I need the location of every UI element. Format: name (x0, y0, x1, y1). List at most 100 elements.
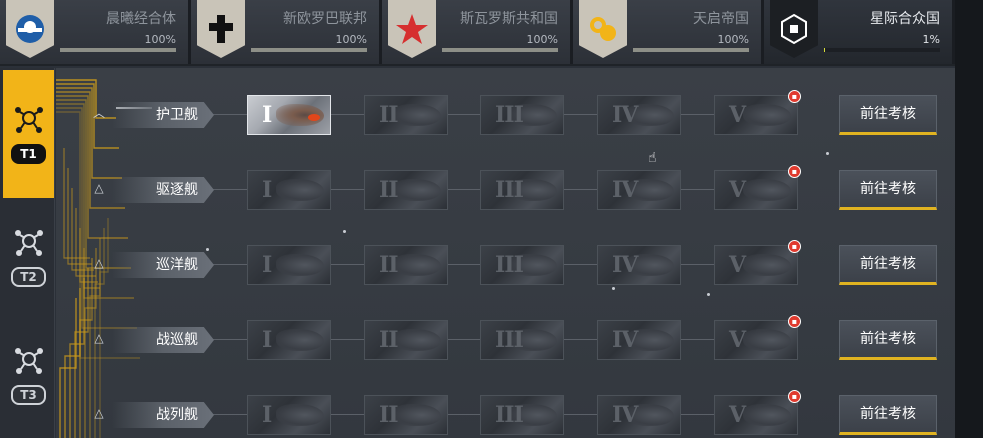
faction-tab-5[interactable]: 星际合众国 1% (764, 0, 955, 64)
chevron-up-icon: ︿ (92, 106, 105, 120)
ship-silhouette (393, 179, 441, 201)
ship-slot-1[interactable]: I (247, 95, 331, 135)
gift-badge-icon[interactable]: ▪ (788, 315, 801, 328)
faction-progress-fill (633, 48, 749, 52)
ship-slot-5[interactable]: V ▪ (714, 90, 801, 135)
faction-progress-fill (60, 48, 176, 52)
ship-slot-5[interactable]: V ▪ (714, 240, 801, 285)
ship-slot-5[interactable]: V ▪ (714, 165, 801, 210)
level-numeral: I (262, 327, 272, 353)
atom-icon (11, 227, 47, 263)
ship-slot-1[interactable]: I (247, 320, 331, 360)
ship-slot-3[interactable]: III (480, 95, 564, 135)
ship-silhouette (276, 404, 324, 426)
chevron-up-icon: △ (94, 256, 104, 270)
faction-progress-bar (442, 48, 558, 52)
faction-tab-4[interactable]: 天启帝国 100% (573, 0, 764, 64)
level-numeral: IV (612, 252, 638, 278)
ship-silhouette (743, 179, 791, 201)
tier-sidebar: T1 T2 T3 (0, 68, 55, 438)
level-numeral: III (495, 252, 524, 278)
sparkle-dot (826, 152, 829, 155)
sparkle-dot (707, 293, 710, 296)
ship-slot-2[interactable]: II (364, 95, 448, 135)
faction-progress-bar (251, 48, 367, 52)
gift-badge-icon[interactable]: ▪ (788, 165, 801, 178)
gift-badge-icon[interactable]: ▪ (788, 240, 801, 253)
ship-class-label: 护卫舰 (112, 102, 214, 128)
level-numeral: V (729, 327, 746, 353)
ship-tree-panel: ︿ 护卫舰 I II III IV V ▪ 前往考核 △ 驱逐舰 I II III IV V ▪ 前往考核 △ 巡洋舰… (56, 68, 955, 438)
go-to-exam-button[interactable]: 前往考核 (839, 95, 937, 135)
ship-silhouette (743, 254, 791, 276)
faction-percent: 100% (526, 33, 558, 46)
ship-silhouette (393, 404, 441, 426)
level-numeral: I (262, 177, 272, 203)
ship-slot-5[interactable]: V ▪ (714, 315, 801, 360)
ship-slot-2[interactable]: II (364, 170, 448, 210)
faction-progress-bar (824, 48, 940, 52)
go-to-exam-button[interactable]: 前往考核 (839, 170, 937, 210)
sparkle-dot (343, 230, 346, 233)
ship-slot-3[interactable]: III (480, 320, 564, 360)
faction-bar: 晨曦经合体 100% 新欧罗巴联邦 100% 斯瓦罗斯共和国 100% 天启帝国 100% 星际… (0, 0, 955, 66)
ship-slot-4[interactable]: IV (597, 170, 681, 210)
ship-slot-3[interactable]: III (480, 245, 564, 285)
tier-tab-t3[interactable]: T3 (3, 320, 54, 430)
tier-label: T3 (11, 385, 46, 405)
ship-silhouette (276, 329, 324, 351)
faction-tab-2[interactable]: 新欧罗巴联邦 100% (191, 0, 382, 64)
ship-slot-4[interactable]: IV (597, 245, 681, 285)
mouse-cursor-icon: ☝ (648, 150, 657, 166)
engine-glow (308, 114, 320, 121)
level-numeral: IV (612, 102, 638, 128)
faction-name: 星际合众国 (870, 11, 940, 27)
level-numeral: III (495, 102, 524, 128)
faction-tab-1[interactable]: 晨曦经合体 100% (0, 0, 191, 64)
atom-icon (11, 104, 47, 140)
ship-slot-2[interactable]: II (364, 245, 448, 285)
faction-percent: 100% (335, 33, 367, 46)
level-numeral: V (729, 102, 746, 128)
tier-tab-t1[interactable]: T1 (3, 70, 54, 198)
ship-slot-3[interactable]: III (480, 395, 564, 435)
level-numeral: V (729, 177, 746, 203)
ship-class-row: △ 战列舰 I II III IV V ▪ 前往考核 (56, 390, 955, 437)
star-emblem-icon (388, 0, 436, 58)
chevron-up-icon: △ (94, 406, 104, 420)
tier-label: T1 (11, 144, 46, 164)
ship-slot-2[interactable]: II (364, 320, 448, 360)
atom-icon (11, 345, 47, 381)
gift-badge-icon[interactable]: ▪ (788, 390, 801, 403)
faction-name: 天启帝国 (693, 11, 749, 27)
ship-slot-4[interactable]: IV (597, 395, 681, 435)
faction-progress-bar (633, 48, 749, 52)
level-numeral: II (379, 252, 399, 278)
circles-emblem-icon (579, 0, 627, 58)
level-numeral: I (262, 252, 272, 278)
go-to-exam-button[interactable]: 前往考核 (839, 245, 937, 285)
ship-silhouette (743, 104, 791, 126)
faction-tab-3[interactable]: 斯瓦罗斯共和国 100% (382, 0, 573, 64)
tier-tab-t2[interactable]: T2 (3, 202, 54, 312)
gift-badge-icon[interactable]: ▪ (788, 90, 801, 103)
level-numeral: II (379, 327, 399, 353)
ship-slot-3[interactable]: III (480, 170, 564, 210)
go-to-exam-button[interactable]: 前往考核 (839, 320, 937, 360)
hexagon-emblem-icon (770, 0, 818, 58)
ship-slot-1[interactable]: I (247, 245, 331, 285)
level-numeral: IV (612, 402, 638, 428)
faction-name: 斯瓦罗斯共和国 (460, 11, 558, 27)
go-to-exam-button[interactable]: 前往考核 (839, 395, 937, 435)
ship-slot-1[interactable]: I (247, 395, 331, 435)
tier-label: T2 (11, 267, 46, 287)
ship-slot-2[interactable]: II (364, 395, 448, 435)
level-numeral: II (379, 177, 399, 203)
ship-slot-4[interactable]: IV (597, 95, 681, 135)
sparkle-dot (612, 287, 615, 290)
sunrise-emblem-icon (6, 0, 54, 58)
ship-slot-4[interactable]: IV (597, 320, 681, 360)
ship-slot-5[interactable]: V ▪ (714, 390, 801, 435)
ship-silhouette (276, 179, 324, 201)
ship-slot-1[interactable]: I (247, 170, 331, 210)
